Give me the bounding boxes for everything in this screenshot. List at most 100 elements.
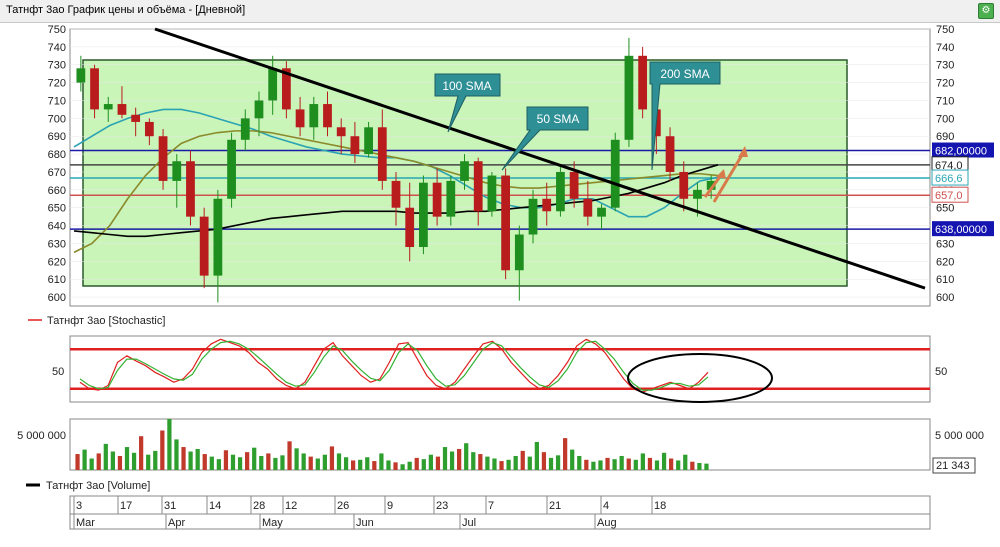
price-tick-left: 650	[48, 203, 66, 215]
candle-body	[460, 161, 469, 181]
price-tick-left: 690	[48, 131, 66, 143]
chart-settings-button[interactable]: ⚙	[978, 3, 994, 19]
volume-bar	[577, 455, 582, 470]
volume-bar	[647, 457, 653, 470]
day-label: 7	[488, 500, 494, 512]
volume-bar	[89, 458, 94, 470]
candle-body	[364, 127, 373, 155]
candle-body	[569, 171, 579, 199]
volume-bar	[421, 459, 426, 470]
volume-bar	[464, 443, 469, 470]
annotation-50sma-text: 50 SMA	[537, 112, 580, 126]
volume-legend: Татнфт 3ао [Volume]	[26, 480, 150, 492]
price-tick-right: 610	[936, 274, 954, 286]
candle-body	[90, 68, 99, 110]
candle-body	[131, 114, 141, 122]
volume-bar	[520, 450, 525, 470]
candle-body	[309, 104, 319, 128]
volume-bar	[633, 459, 638, 470]
candle-body	[240, 118, 250, 140]
volume-bar	[457, 448, 462, 470]
volume-bar	[96, 453, 101, 470]
volume-bar	[499, 461, 504, 470]
price-tick-left: 640	[48, 221, 66, 233]
day-label: 31	[164, 500, 176, 512]
volume-bar	[598, 460, 603, 470]
day-label: 14	[209, 500, 221, 512]
volume-bar	[202, 454, 207, 470]
volume-bar	[308, 456, 313, 470]
candle-body	[597, 207, 606, 217]
volume-bar	[654, 460, 660, 470]
candle-body	[158, 136, 168, 181]
volume-bar	[605, 457, 610, 470]
volume-bar	[372, 461, 377, 470]
candle-body	[514, 234, 524, 271]
price-tick-right: 690	[936, 131, 954, 143]
candle-body	[323, 104, 332, 128]
volume-bar	[414, 457, 419, 470]
candle-body	[172, 161, 182, 181]
candle-body	[487, 175, 497, 212]
volume-bar	[351, 460, 356, 470]
price-tick-left: 630	[48, 238, 66, 250]
volume-bar	[117, 455, 123, 470]
volume-bar	[336, 453, 342, 470]
volume-bar	[506, 459, 511, 470]
candle-body	[186, 161, 195, 217]
candle-body	[199, 216, 209, 276]
stoch-tick-left: 50	[52, 366, 64, 378]
volume-bar	[428, 454, 433, 470]
annotation-100sma-text: 100 SMA	[442, 79, 491, 93]
volume-bar	[146, 454, 151, 470]
volume-bar	[329, 446, 335, 470]
candle-body	[583, 198, 593, 217]
month-label: May	[262, 517, 283, 529]
price-tick-left: 610	[48, 274, 66, 286]
price-tick-right: 700	[936, 113, 954, 125]
candle-body	[268, 68, 278, 101]
candle-body	[446, 180, 456, 217]
candle-body	[432, 182, 442, 217]
volume-bar	[626, 458, 631, 470]
candle-body	[76, 68, 86, 83]
volume-bar	[513, 455, 518, 470]
day-label: 9	[387, 500, 393, 512]
volume-bar	[393, 462, 398, 470]
volume-legend-text: Татнфт 3ао [Volume]	[46, 480, 150, 492]
candle-body	[227, 139, 236, 199]
volume-bar	[548, 457, 554, 470]
volume-bar	[245, 452, 250, 470]
candle-body	[254, 100, 264, 119]
candle-body	[556, 171, 565, 212]
price-tick-left: 750	[48, 24, 66, 36]
volume-bar	[563, 438, 568, 470]
candle-body	[501, 175, 511, 271]
candle-body	[473, 161, 483, 212]
volume-bar	[287, 441, 292, 470]
volume-bar	[209, 456, 214, 470]
candle-body	[144, 121, 154, 137]
price-tick-left: 660	[48, 185, 66, 197]
candle-body	[336, 127, 346, 137]
price-tick-right: 740	[936, 42, 954, 54]
volume-bar	[704, 463, 709, 470]
volume-bar	[131, 452, 137, 470]
volume-bar	[75, 454, 80, 470]
candle-body	[542, 198, 552, 212]
price-tick-left: 600	[48, 292, 66, 304]
day-label: 18	[654, 500, 666, 512]
volume-bar	[252, 447, 257, 470]
stochastic-legend-text: Татнфт 3ао [Stochastic]	[47, 315, 165, 327]
volume-bar	[343, 457, 349, 470]
volume-bar	[216, 459, 221, 470]
volume-bar	[449, 451, 455, 470]
stoch-tick-right: 50	[935, 366, 947, 378]
volume-bar	[527, 456, 532, 470]
volume-bar	[266, 453, 271, 470]
volume-bar	[315, 458, 320, 470]
volume-bar	[541, 452, 547, 470]
price-label: 638,00000	[935, 224, 987, 236]
volume-bar	[124, 447, 130, 470]
candle-body	[638, 55, 648, 110]
